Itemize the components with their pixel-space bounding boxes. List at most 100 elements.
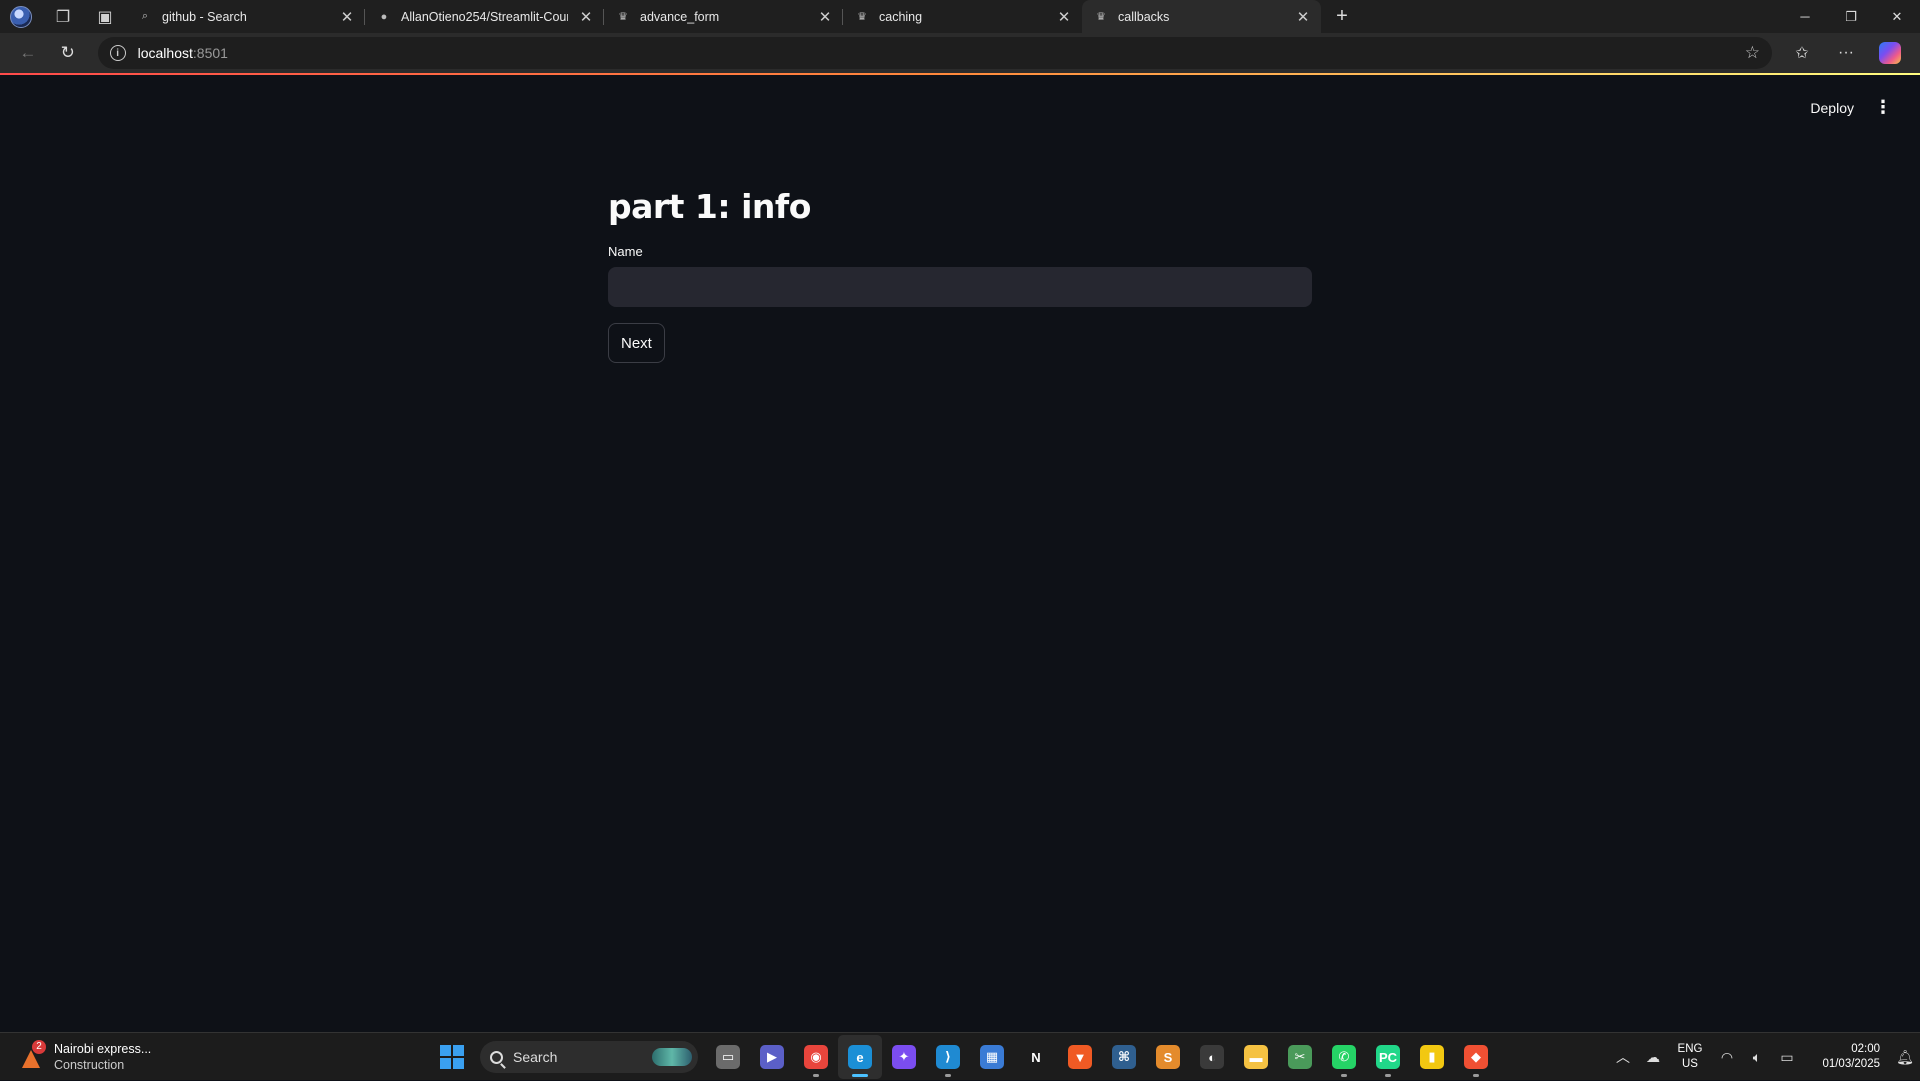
streamlit-icon: ♛ (618, 11, 628, 23)
clock-time: 02:00 (1851, 1043, 1880, 1055)
taskbar-app-button[interactable]: ▭ (706, 1035, 750, 1079)
minimize-button[interactable]: ─ (1782, 0, 1828, 33)
ms-store-icon: ▦ (980, 1045, 1004, 1069)
brave-icon: ▼ (1068, 1045, 1092, 1069)
workspaces-icon[interactable]: ❐ (42, 0, 84, 33)
url-port: :8501 (192, 45, 228, 61)
close-tab-icon[interactable]: ✕ (1295, 8, 1311, 26)
language-code: ENG (1677, 1043, 1703, 1055)
widget-subtitle: Construction (54, 1057, 125, 1072)
browser-tab[interactable]: ♛ callbacks ✕ (1082, 0, 1321, 33)
pinned-apps: ▭ ▶ ◉ e ✦ ⟩ ▦ N ▼ ⌘ S ◐ ▬ ✂ ✆ PC ▮ ◆ (706, 1035, 1498, 1079)
clock-date: 01/03/2025 (1822, 1058, 1880, 1070)
file-explorer-icon: ▬ (1244, 1045, 1268, 1069)
taskbar-app-button[interactable]: e (838, 1035, 882, 1079)
notification-badge: 2 (32, 1039, 46, 1054)
widget-title: Nairobi express... (54, 1041, 152, 1056)
window-controls: ─ ❐ ✕ (1782, 0, 1920, 33)
tab-title: github - Search (162, 9, 247, 24)
favorites-icon[interactable]: ✩ (1780, 37, 1824, 69)
main-block: part 1: info Name Next (608, 187, 1312, 363)
search-icon: ⌕ (141, 10, 149, 22)
close-tab-icon[interactable]: ✕ (1056, 8, 1072, 26)
notification-bell-icon[interactable]: 🔔︎ (1890, 1049, 1920, 1066)
close-tab-icon[interactable]: ✕ (578, 8, 594, 26)
taskbar-app-button[interactable]: ◆ (1454, 1035, 1498, 1079)
wifi-icon[interactable]: ◠ (1712, 1049, 1742, 1066)
refresh-button[interactable]: ↻ (48, 37, 88, 69)
taskbar-app-button[interactable]: ✆ (1322, 1035, 1366, 1079)
taskbar-app-button[interactable]: ◐ (1190, 1035, 1234, 1079)
tab-title: AllanOtieno254/Streamlit-Course (401, 9, 568, 24)
tab-title: caching (879, 9, 923, 24)
restore-button[interactable]: ❐ (1828, 0, 1874, 33)
taskbar-app-button[interactable]: ▼ (1058, 1035, 1102, 1079)
copilot-app-icon: ✦ (892, 1045, 916, 1069)
close-window-button[interactable]: ✕ (1874, 0, 1920, 33)
snipping-tool-icon: ✂ (1288, 1045, 1312, 1069)
taskbar-app-button[interactable]: ▬ (1234, 1035, 1278, 1079)
favorite-star-icon[interactable]: ☆ (1745, 43, 1760, 63)
taskbar-app-button[interactable]: ▮ (1410, 1035, 1454, 1079)
chevron-up-icon[interactable]: ︿ (1608, 1047, 1638, 1067)
system-tray: ︿ ☁ ENG US ◠ 🔈︎ ▭ 02:00 01/03/2025 🔔︎ (1608, 1033, 1920, 1081)
taskbar-app-button[interactable]: ◉ (794, 1035, 838, 1079)
taskbar-app-button[interactable]: ▶ (750, 1035, 794, 1079)
copilot-button[interactable] (1868, 37, 1912, 69)
pycharm-icon: PC (1376, 1045, 1400, 1069)
windows-taskbar: 2 Nairobi express... Construction Search… (0, 1032, 1920, 1080)
language-indicator[interactable]: ENG US (1668, 1042, 1712, 1072)
main-menu-icon[interactable]: ⋮ (1874, 97, 1892, 118)
power-bi-icon: ▮ (1420, 1045, 1444, 1069)
close-tab-icon[interactable]: ✕ (339, 8, 355, 26)
name-input[interactable] (608, 267, 1312, 307)
close-tab-icon[interactable]: ✕ (817, 8, 833, 26)
weather-widget[interactable]: 2 Nairobi express... Construction (18, 1039, 418, 1073)
taskbar-app-button[interactable]: ✦ (882, 1035, 926, 1079)
next-button[interactable]: Next (608, 323, 665, 363)
taskbar-search-label: Search (513, 1049, 558, 1065)
profile-avatar[interactable] (0, 0, 42, 33)
name-label: Name (608, 244, 643, 259)
profile-icon (10, 5, 32, 28)
taskbar-app-button[interactable]: ✂ (1278, 1035, 1322, 1079)
onedrive-icon[interactable]: ☁ (1638, 1049, 1668, 1066)
streamlit-icon: ♛ (1096, 11, 1106, 23)
teams-meet-icon: ▶ (760, 1045, 784, 1069)
taskbar-app-button[interactable]: N (1014, 1035, 1058, 1079)
start-button[interactable] (434, 1039, 470, 1075)
copilot-icon (1879, 42, 1901, 64)
region-code: US (1682, 1058, 1698, 1070)
git-icon: ◆ (1464, 1045, 1488, 1069)
app-header: Deploy ⋮ (1810, 97, 1892, 118)
deploy-button[interactable]: Deploy (1810, 100, 1854, 116)
browser-tab[interactable]: ♛ advance_form ✕ (604, 0, 843, 33)
taskbar-app-button[interactable]: S (1146, 1035, 1190, 1079)
taskbar-search[interactable]: Search (480, 1041, 698, 1073)
search-highlight-image (652, 1048, 692, 1066)
taskbar-app-button[interactable]: PC (1366, 1035, 1410, 1079)
tab-actions-icon[interactable]: ▣ (84, 0, 126, 33)
browser-tab[interactable]: ♛ caching ✕ (843, 0, 1082, 33)
clock[interactable]: 02:00 01/03/2025 (1802, 1042, 1880, 1072)
back-button[interactable]: ← (8, 37, 48, 69)
sublime-icon: S (1156, 1045, 1180, 1069)
taskbar-app-button[interactable]: ▦ (970, 1035, 1014, 1079)
tab-title: callbacks (1118, 9, 1170, 24)
volume-icon[interactable]: 🔈︎ (1742, 1049, 1772, 1066)
site-info-icon[interactable]: i (109, 45, 126, 61)
browser-tab[interactable]: ⌕ github - Search ✕ (126, 0, 365, 33)
vscode-icon: ⟩ (936, 1045, 960, 1069)
browser-toolbar: ← ↻ i localhost:8501 ☆ ✩ ··· (0, 33, 1920, 73)
taskbar-app-button[interactable]: ⟩ (926, 1035, 970, 1079)
battery-icon[interactable]: ▭ (1772, 1049, 1802, 1066)
address-bar[interactable]: i localhost:8501 ☆ (97, 37, 1772, 69)
new-tab-button[interactable]: + (1325, 0, 1359, 33)
search-icon (490, 1050, 503, 1064)
whatsapp-icon: ✆ (1332, 1045, 1356, 1069)
taskbar-app-button[interactable]: ⌘ (1102, 1035, 1146, 1079)
more-options-icon[interactable]: ··· (1824, 37, 1868, 69)
taskbar-center: Search ▭ ▶ ◉ e ✦ ⟩ ▦ N ▼ ⌘ S ◐ ▬ ✂ ✆ PC ▮ ◆ (434, 1033, 1498, 1081)
browser-tab[interactable]: ● AllanOtieno254/Streamlit-Course ✕ (365, 0, 604, 33)
browser-tab-strip: ❐ ▣ ⌕ github - Search ✕ ● AllanOtieno254/Str… (0, 0, 1920, 33)
